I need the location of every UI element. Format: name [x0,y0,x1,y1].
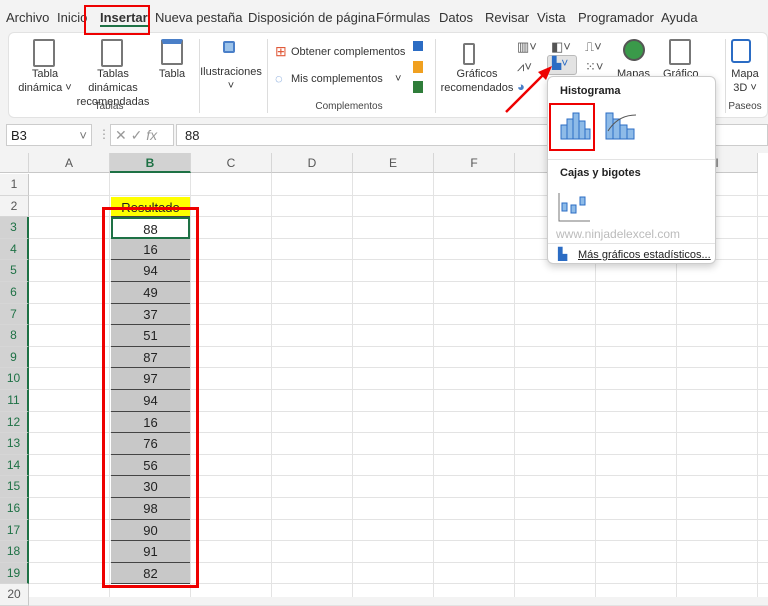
tab-vista[interactable]: Vista [537,10,566,25]
pivot-table-icon [33,39,55,67]
section-histograma: Histograma [560,85,621,97]
row-header-16[interactable]: 16 [0,498,29,520]
column-chart-button[interactable]: ▥˅ [517,39,537,55]
gridline [271,173,272,597]
box-whisker-chart-option[interactable] [558,191,590,223]
addins-icon: ◌ [275,71,283,86]
row-header-6[interactable]: 6 [0,282,29,304]
row-header-17[interactable]: 17 [0,519,29,542]
tab-fórmulas[interactable]: Fórmulas [376,10,430,25]
row-header-2[interactable]: 2 [0,195,29,218]
column-header-D[interactable]: D [272,153,353,173]
store-icon: ⊞ [275,43,287,59]
label: dinámica ˅ [18,82,72,94]
waterfall-chart-button[interactable]: ⎍˅ [585,39,602,55]
gridline [514,173,515,597]
chevron-down-icon: ˅ [227,80,235,92]
more-icon: ⋮ [98,127,110,141]
highlight-range [102,207,199,589]
3d-map-icon [731,39,751,63]
name-box[interactable]: B3 ˅ [6,124,92,146]
divider [548,243,715,244]
pivot-chart-icon [669,39,691,65]
group-label-paseos: Paseos [728,101,762,112]
watermark: www.ninjadelexcel.com [556,227,681,241]
row-header-13[interactable]: 13 [0,433,29,455]
tab-inicio[interactable]: Inicio [57,10,87,25]
label: 3D ˅ [733,82,757,94]
row-header-20[interactable]: 20 [0,584,29,606]
label: Tablas dinámicas [88,68,138,94]
row-header-7[interactable]: 7 [0,303,29,326]
row-header-15[interactable]: 15 [0,476,29,498]
pareto-chart-option[interactable] [604,109,638,141]
chevron-down-icon: ˅ [79,128,87,143]
bing-icon[interactable] [413,61,423,73]
tab-ayuda[interactable]: Ayuda [661,10,698,25]
section-cajas: Cajas y bigotes [560,167,641,179]
row-header-11[interactable]: 11 [0,390,29,412]
name-box-value: B3 [11,128,27,143]
more-stat-charts-icon: ▙ [558,247,568,261]
group-label-complementos: Complementos [315,101,383,112]
gridline [757,173,758,597]
more-statistic-charts-link[interactable]: Más gráficos estadísticos... [578,249,711,261]
my-addins-button[interactable]: Mis complementos [291,72,383,86]
tab-nueva-pestaña[interactable]: Nueva pestaña [155,10,242,25]
divider [267,39,268,113]
label: Mapa [731,68,759,80]
label: Tabla [31,68,59,80]
illustrations-icon [223,41,235,53]
select-all-corner[interactable] [0,153,29,173]
highlight-histogram [549,103,595,151]
column-header-C[interactable]: C [191,153,272,173]
row-header-12[interactable]: 12 [0,411,29,434]
maps-icon [623,39,645,61]
insert-function-icon[interactable]: fx [146,127,157,143]
row-header-18[interactable]: 18 [0,541,29,563]
divider [548,159,715,160]
tab-programador[interactable]: Programador [578,10,654,25]
illustrations-button[interactable]: Ilustraciones ˅ [199,65,263,93]
chevron-down-icon[interactable]: ˅ [395,72,401,86]
tab-datos[interactable]: Datos [439,10,473,25]
row-header-10[interactable]: 10 [0,368,29,390]
enter-icon[interactable]: ✓ [131,127,143,143]
tab-archivo[interactable]: Archivo [6,10,49,25]
label: Ilustraciones [200,66,262,78]
people-graph-icon[interactable] [413,81,423,93]
column-header-F[interactable]: F [434,153,515,173]
3d-map-button[interactable]: Mapa 3D ˅ [725,67,765,95]
scatter-chart-button[interactable]: ⁙˅ [585,59,603,75]
row-header-9[interactable]: 9 [0,346,29,369]
column-header-A[interactable]: A [29,153,110,173]
column-header-E[interactable]: E [353,153,434,173]
pivot-table-button[interactable]: Tabla dinámica ˅ [15,67,75,95]
row-header-8[interactable]: 8 [0,325,29,347]
row-header-4[interactable]: 4 [0,238,29,261]
recommended-charts-icon [463,43,475,65]
row-header-5[interactable]: 5 [0,260,29,282]
row-header-3[interactable]: 3 [0,217,29,239]
cancel-icon[interactable]: ✕ [115,127,127,143]
recommended-pivot-icon [101,39,123,67]
get-addins-button[interactable]: Obtener complementos [291,45,405,59]
highlight-insertar [84,5,150,35]
group-label-tablas: Tablas [94,101,124,112]
row-header-1[interactable]: 1 [0,174,29,196]
column-header-B[interactable]: B [110,153,191,173]
table-icon [161,39,183,65]
gridline [352,173,353,597]
gridline [433,173,434,597]
visio-icon[interactable] [413,41,423,51]
formula-buttons: ✕ ✓ fx [110,124,174,146]
divider [435,39,436,113]
tab-revisar[interactable]: Revisar [485,10,529,25]
hierarchy-chart-button[interactable]: ◧˅ [551,39,571,55]
row-header-14[interactable]: 14 [0,454,29,477]
row-header-19[interactable]: 19 [0,562,29,585]
table-button[interactable]: Tabla [153,67,191,81]
statistic-chart-dropdown: Histograma Cajas y bigotes www.ninjadele… [547,76,716,264]
tab-disposición-de-página[interactable]: Disposición de página [248,10,375,25]
